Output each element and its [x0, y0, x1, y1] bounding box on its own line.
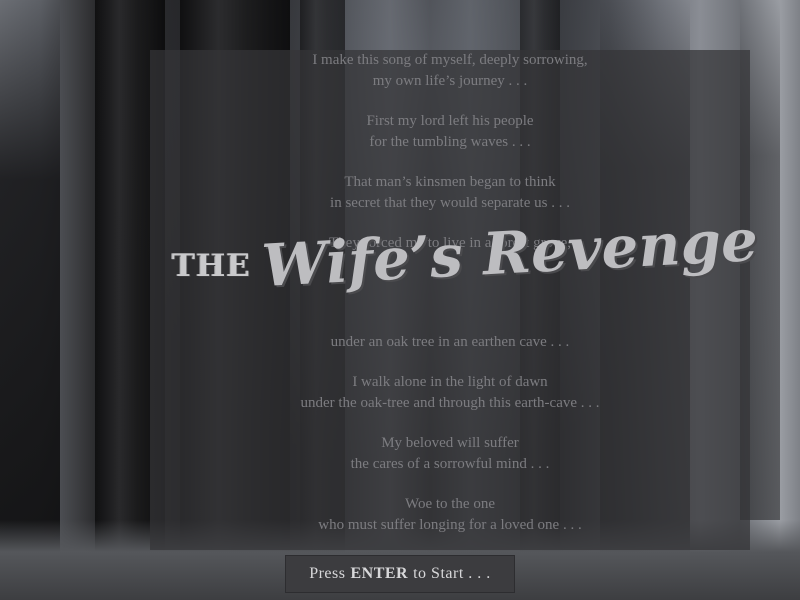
title-prefix: THE	[172, 248, 251, 284]
poem-line: under the oak-tree and through this eart…	[300, 395, 600, 411]
poem-stanza: My beloved will suffer the cares of a so…	[150, 433, 750, 475]
game-title: THE Wife’s Revenge	[170, 206, 759, 350]
poem-stanza: Woe to the one who must suffer longing f…	[150, 494, 750, 536]
poem-line: my own life’s journey . . .	[372, 73, 528, 89]
poem-stanza: I make this song of myself, deeply sorro…	[150, 50, 750, 92]
poem-line: the cares of a sorrowful mind . . .	[350, 456, 550, 472]
poem-stanza: I walk alone in the light of dawn under …	[150, 372, 750, 414]
start-prompt-pre: Press	[309, 565, 346, 582]
poem-line: I walk alone in the light of dawn	[352, 374, 548, 390]
poem-line: My beloved will suffer	[381, 435, 519, 451]
poem-line: That man’s kinsmen began to think	[344, 174, 556, 190]
poem-line: I make this song of myself, deeply sorro…	[312, 52, 588, 68]
poem-stanza: First my lord left his people for the tu…	[150, 111, 750, 153]
enter-key-label: ENTER	[350, 565, 409, 582]
poem-line: who must suffer longing for a loved one …	[318, 517, 582, 533]
start-button[interactable]: Press ENTER to Start . . .	[285, 555, 515, 593]
pine-tree	[0, 0, 60, 600]
poem-stanza: That man’s kinsmen began to think in sec…	[150, 172, 750, 214]
start-prompt-post: to Start . . .	[413, 565, 491, 582]
poem-line: First my lord left his people	[366, 113, 534, 129]
poem-line: Woe to the one	[404, 496, 495, 512]
poem-line: for the tumbling waves . . .	[369, 134, 531, 150]
